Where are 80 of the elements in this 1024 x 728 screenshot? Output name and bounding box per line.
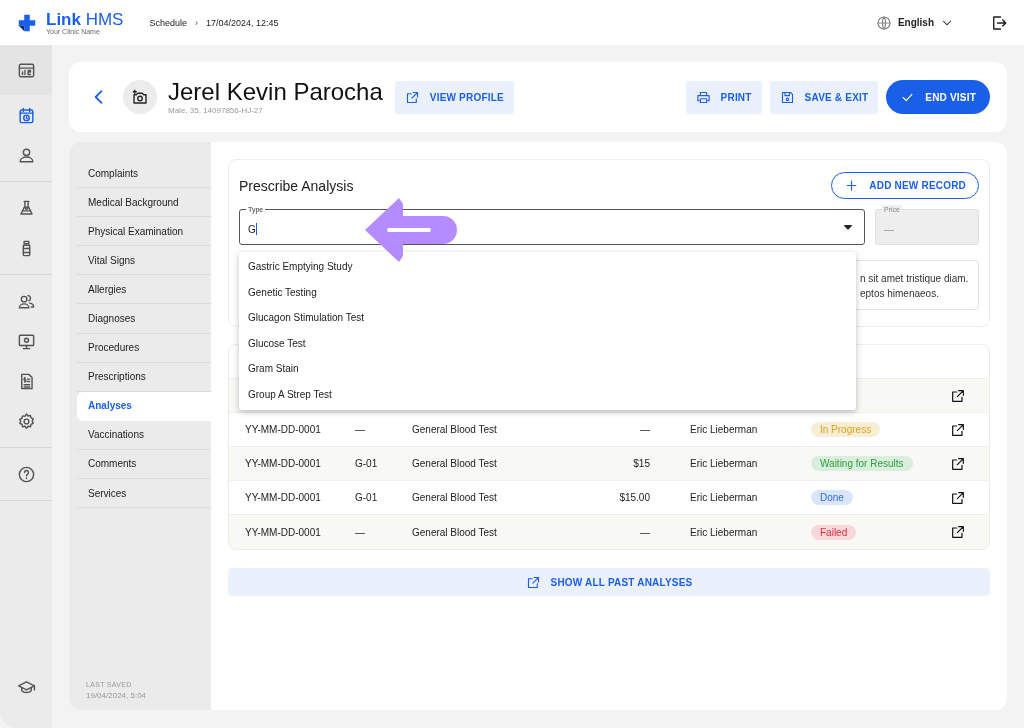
print-button[interactable]: PRINT	[685, 80, 762, 114]
open-external-icon[interactable]	[950, 421, 966, 438]
dropdown-option[interactable]: Gram Stain	[239, 356, 856, 382]
last-saved-time: 19/04/2024, 5:04	[86, 691, 148, 700]
section-nav-item[interactable]: Prescriptions	[77, 362, 211, 392]
table-cell-text: Eric Lieberman	[690, 492, 759, 503]
table-cell-text: G-01	[355, 492, 379, 503]
section-nav-item[interactable]: Services	[77, 479, 211, 509]
monitor-icon[interactable]	[16, 331, 36, 351]
language-selector[interactable]: English	[875, 14, 954, 31]
avatar-upload[interactable]	[123, 80, 157, 114]
table-cell-text: General Blood Test	[412, 492, 498, 503]
section-nav-item[interactable]: Procedures	[77, 333, 211, 363]
breadcrumb-item[interactable]: Schedule	[149, 17, 187, 28]
calendar-clock-icon[interactable]	[16, 105, 36, 125]
text-cursor	[255, 223, 257, 235]
dropdown-option[interactable]: Glucose Test	[239, 330, 856, 356]
printer-icon	[695, 89, 711, 105]
table-cell-text: General Blood Test	[412, 526, 498, 538]
open-external-icon	[404, 89, 420, 105]
section-nav-item[interactable]: Allergies	[77, 275, 211, 305]
globe-icon	[875, 14, 892, 31]
open-external-icon[interactable]	[950, 489, 966, 506]
chart-icon[interactable]	[16, 60, 36, 80]
table-cell-text: G-01	[355, 458, 379, 469]
section-nav-item[interactable]: Vital Signs	[77, 246, 211, 276]
settings-icon[interactable]	[16, 411, 36, 431]
section-nav-item[interactable]: Vaccinations	[77, 420, 211, 450]
table-cell-text: YY-MM-DD-0001	[245, 492, 322, 503]
dropdown-option[interactable]: Glucagon Stimulation Test	[239, 305, 856, 331]
section-title: Prescribe Analysis	[239, 177, 354, 194]
status-badge: In Progress	[811, 422, 881, 437]
table-cell-text: $15	[632, 458, 650, 469]
camera-plus-icon	[131, 88, 149, 106]
brand-name: Link HMS	[46, 10, 124, 28]
description-text: n sit amet tristique diam.	[860, 272, 970, 286]
description-text: eptos himenaeos.	[860, 287, 940, 301]
table-cell-text: General Blood Test	[412, 424, 498, 435]
view-profile-button[interactable]: VIEW PROFILE	[394, 80, 514, 114]
dropdown-option[interactable]: Gastric Emptying Study	[239, 254, 856, 280]
table-cell-text: —	[355, 526, 366, 538]
patient-details: Male, 35, 14097856-HJ-27	[168, 106, 264, 115]
open-external-icon[interactable]	[950, 524, 966, 540]
add-new-record-button[interactable]: ADD NEW RECORD	[831, 172, 979, 199]
dropdown-option[interactable]: Genetic Testing	[239, 279, 856, 305]
status-badge: Waiting for Results	[811, 456, 913, 471]
open-external-icon	[525, 574, 541, 590]
end-visit-button[interactable]: END VISIT	[886, 80, 990, 114]
breadcrumb-separator: ›	[195, 17, 198, 28]
table-cell-text: $15.00	[618, 492, 650, 503]
section-nav-item[interactable]: Analyses	[77, 391, 211, 421]
dropdown-option[interactable]: Group A Strep Test	[239, 381, 856, 407]
table-cell-text: YY-MM-DD-0001	[245, 458, 322, 469]
section-nav-item[interactable]: Medical Background	[77, 188, 211, 218]
open-external-icon[interactable]	[950, 455, 966, 472]
table-cell-text: —	[639, 424, 650, 435]
section-nav-item[interactable]: Complaints	[77, 159, 211, 189]
field-value: —	[884, 223, 894, 235]
status-badge: Done	[811, 490, 853, 505]
save-exit-button[interactable]: SAVE & EXIT	[769, 80, 879, 114]
status-badge: Failed	[811, 524, 857, 540]
open-external-icon[interactable]	[950, 387, 966, 404]
logout-icon[interactable]	[990, 13, 1008, 32]
patient-name: Jerel Kevin Parocha	[168, 79, 383, 105]
section-nav-item[interactable]: Diagnoses	[77, 304, 211, 334]
table-cell-text: YY-MM-DD-0001	[245, 424, 322, 435]
section-nav-item[interactable]: Physical Examination	[77, 217, 211, 247]
show-all-past-analyses-button[interactable]: SHOW ALL PAST ANALYSES	[228, 568, 990, 596]
table-cell-text: Eric Lieberman	[690, 458, 759, 469]
table-cell-text: —	[639, 526, 650, 538]
breadcrumb-item[interactable]: 17/04/2024, 12:45	[206, 17, 279, 28]
table-cell-text: General Blood Test	[412, 458, 498, 469]
section-nav-item[interactable]: Comments	[77, 449, 211, 480]
table-cell-text: YY-MM-DD-0001	[245, 526, 322, 538]
table-cell-text: Eric Lieberman	[690, 526, 759, 538]
field-value: G	[248, 223, 256, 235]
table-cell-text: —	[355, 424, 366, 435]
help-icon[interactable]	[16, 464, 36, 484]
table-cell-text: Eric Lieberman	[690, 424, 759, 435]
plus-icon	[844, 178, 860, 193]
